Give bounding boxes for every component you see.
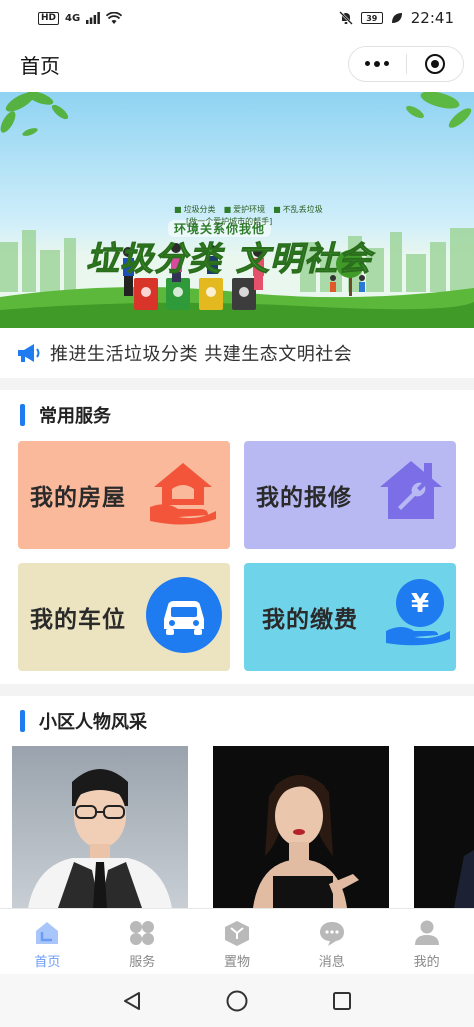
mini-program-capsule xyxy=(348,46,464,82)
card-label: 我的报修 xyxy=(256,485,352,511)
person-portrait xyxy=(454,850,474,908)
person-portrait xyxy=(253,774,359,908)
services-title: 常用服务 xyxy=(39,406,111,427)
status-right: 39 22:41 xyxy=(338,9,454,27)
megaphone-icon xyxy=(18,344,40,362)
banner-item: 不乱丢垃圾 xyxy=(273,204,323,215)
my-parking-card[interactable]: 我的车位 xyxy=(18,563,230,671)
tab-services[interactable]: 服务 xyxy=(95,909,190,974)
car-icon xyxy=(146,577,222,653)
person-photo[interactable] xyxy=(213,746,389,908)
page-title: 首页 xyxy=(20,53,60,78)
banner-title: 垃圾分类 文明社会 xyxy=(86,232,372,280)
banner-title-part2: 文明社会 xyxy=(236,239,372,279)
house-wrench-icon xyxy=(380,461,442,519)
tab-profile[interactable]: 我的 xyxy=(379,909,474,974)
person-photo[interactable] xyxy=(12,746,188,908)
banner-item-list: 垃圾分类 爱护环境 不乱丢垃圾 xyxy=(174,204,323,215)
banner-item: 爱护环境 xyxy=(224,204,265,215)
close-mini-program-button[interactable] xyxy=(407,47,464,81)
tab-storage[interactable]: 置物 xyxy=(190,909,285,974)
battery-indicator: 39 xyxy=(360,12,383,24)
banner-item: 垃圾分类 xyxy=(174,204,216,215)
my-house-card[interactable]: 我的房屋 xyxy=(18,441,230,549)
target-close-icon xyxy=(424,54,445,74)
tab-label: 首页 xyxy=(34,955,61,970)
person-portrait xyxy=(28,769,172,908)
box-icon xyxy=(224,921,249,946)
home-icon xyxy=(36,922,59,944)
wifi-icon xyxy=(106,11,123,24)
grid-icon xyxy=(130,921,155,945)
signal-label: 4G xyxy=(65,12,81,24)
card-label: 我的缴费 xyxy=(262,607,358,633)
home-circle-icon[interactable] xyxy=(225,989,249,1013)
banner-title-part1: 垃圾分类 xyxy=(86,239,222,279)
people-title: 小区人物风采 xyxy=(39,712,147,733)
chat-icon xyxy=(319,922,344,946)
house-hand-icon xyxy=(150,463,216,525)
tab-messages[interactable]: 消息 xyxy=(284,909,379,974)
tab-bar: 首页 服务 置物 消息 我的 xyxy=(0,908,474,974)
card-label: 我的房屋 xyxy=(30,485,126,511)
svg-text:¥: ¥ xyxy=(411,589,429,619)
people-header: 小区人物风采 xyxy=(0,701,474,741)
yuan-hand-icon: ¥ xyxy=(386,579,450,646)
notice-bar[interactable]: 推进生活垃圾分类 共建生态文明社会 xyxy=(0,328,474,378)
clock: 22:41 xyxy=(410,9,454,27)
banner-help-text: [做一个爱护城市的帮手] xyxy=(186,217,273,226)
section-marker xyxy=(20,710,25,732)
status-left: HD 4G xyxy=(38,11,123,25)
tab-label: 服务 xyxy=(129,955,156,970)
more-dots-icon xyxy=(365,61,390,67)
leaf-icon xyxy=(391,13,402,23)
my-repair-card[interactable]: 我的报修 xyxy=(244,441,456,549)
person-photo[interactable] xyxy=(414,746,474,908)
section-marker xyxy=(20,404,25,426)
tab-label: 置物 xyxy=(223,955,250,970)
services-header: 常用服务 xyxy=(0,395,474,435)
tab-home[interactable]: 首页 xyxy=(0,909,95,974)
card-label: 我的车位 xyxy=(30,607,126,633)
back-triangle-icon[interactable] xyxy=(121,990,143,1012)
user-icon xyxy=(414,920,439,945)
my-payment-card[interactable]: 我的缴费 ¥ xyxy=(244,563,456,671)
section-divider xyxy=(0,378,474,390)
notice-text: 推进生活垃圾分类 共建生态文明社会 xyxy=(50,344,353,365)
hd-badge: HD xyxy=(38,11,60,25)
section-divider xyxy=(0,684,474,696)
status-bar: HD 4G 39 22:41 xyxy=(0,0,474,36)
tab-label: 我的 xyxy=(413,955,440,970)
banner-image[interactable]: 环境关系你我他 垃圾分类文明社会 垃圾分类 爱护环境 不乱丢垃圾 [做一个爱护城… xyxy=(0,92,474,328)
nav-bar: 首页 xyxy=(0,36,474,92)
mute-bell-icon xyxy=(338,11,353,25)
more-button[interactable] xyxy=(349,47,406,81)
recents-square-icon[interactable] xyxy=(331,990,353,1012)
signal-bars-icon xyxy=(86,12,101,24)
tab-label: 消息 xyxy=(318,955,345,970)
system-navigation-bar xyxy=(0,974,474,1027)
